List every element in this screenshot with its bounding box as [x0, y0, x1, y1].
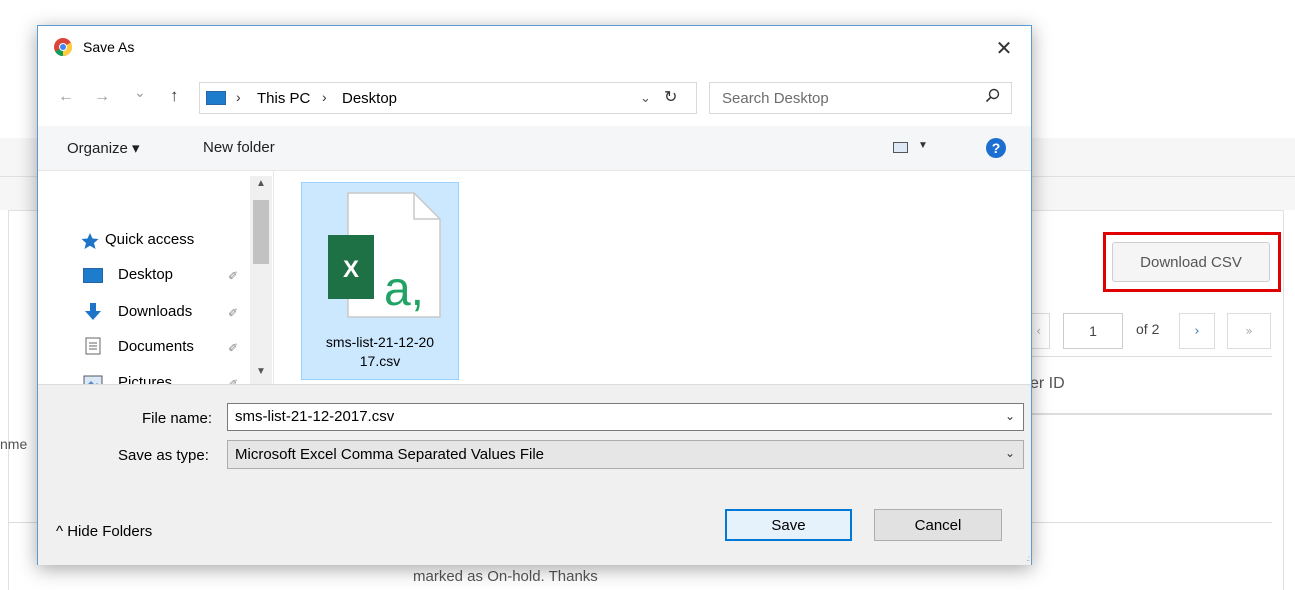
view-options-icon[interactable] — [893, 142, 908, 153]
dialog-title: Save As — [83, 39, 135, 55]
file-name-field-label: File name: — [142, 410, 213, 427]
command-bar: Organize ▾ New folder ▼ ? — [38, 126, 1031, 171]
pin-icon: ✐ — [228, 377, 239, 384]
pane-divider[interactable] — [273, 171, 274, 384]
dialog-titlebar[interactable]: Save As ✕ — [38, 26, 1031, 70]
scroll-up-arrow-icon[interactable]: ▲ — [256, 178, 266, 189]
this-pc-icon — [206, 91, 226, 105]
svg-text:a,: a, — [384, 263, 424, 316]
save-as-type-value: Microsoft Excel Comma Separated Values F… — [235, 446, 545, 463]
address-bar[interactable]: › This PC › Desktop ⌄ ↻ — [199, 82, 697, 114]
download-arrow-icon — [85, 303, 101, 320]
new-folder-button[interactable]: New folder — [203, 139, 275, 156]
file-name-line: sms-list-21-12-20 — [325, 334, 435, 350]
pin-icon: ✐ — [228, 269, 239, 283]
pin-icon: ✐ — [228, 341, 239, 355]
chevron-down-icon[interactable]: ⌄ — [1005, 446, 1015, 460]
star-icon — [81, 233, 99, 249]
save-as-type-select[interactable]: Microsoft Excel Comma Separated Values F… — [227, 440, 1024, 469]
pagination-total-label: of 2 — [1136, 321, 1160, 337]
recent-locations-chevron-icon[interactable]: ⌄ — [134, 84, 146, 101]
nav-item-label: Quick access — [105, 231, 195, 248]
save-as-type-label: Save as type: — [118, 447, 209, 464]
file-options-area: File name: sms-list-21-12-2017.csv ⌄ Sav… — [38, 384, 1031, 565]
close-icon[interactable]: ✕ — [989, 33, 1019, 63]
address-row: ← → ⌄ ↑ › This PC › Desktop ⌄ ↻ Search D… — [38, 82, 1031, 116]
chevron-down-icon[interactable]: ⌄ — [1005, 409, 1015, 423]
save-button[interactable]: Save — [725, 509, 852, 541]
back-arrow-icon[interactable]: ← — [58, 88, 74, 106]
svg-text:X: X — [343, 256, 359, 283]
chrome-icon — [54, 38, 72, 56]
file-name-line: 17.csv — [359, 353, 401, 369]
desktop-icon — [83, 268, 103, 283]
search-input[interactable]: Search Desktop — [709, 82, 1012, 114]
navigation-pane: Quick access Desktop ✐ Downloads ✐ Docum… — [38, 171, 273, 384]
table-header-cell: er ID — [1030, 375, 1065, 392]
pin-icon: ✐ — [228, 306, 239, 320]
forward-arrow-icon[interactable]: → — [94, 88, 110, 106]
scrollbar-thumb[interactable] — [253, 200, 269, 264]
pagination-last-button[interactable]: » — [1227, 313, 1271, 349]
address-dropdown-icon[interactable]: ⌄ — [640, 90, 651, 106]
file-item[interactable]: X a, sms-list-21-12-20 17.csv — [301, 182, 459, 380]
help-icon[interactable]: ? — [986, 138, 1006, 158]
nav-item-label: Documents — [118, 338, 194, 355]
view-dropdown-icon[interactable]: ▼ — [918, 140, 928, 151]
download-csv-button[interactable]: Download CSV — [1112, 242, 1270, 282]
breadcrumb-desktop[interactable]: Desktop — [342, 90, 397, 107]
file-name-input[interactable]: sms-list-21-12-2017.csv ⌄ — [227, 403, 1024, 431]
nav-pane-scrollbar[interactable]: ▲ ▼ — [250, 176, 272, 384]
resize-grip-icon[interactable]: .: — [1027, 554, 1031, 563]
breadcrumb-separator: › — [322, 89, 327, 105]
pictures-icon — [83, 375, 103, 384]
breadcrumb-separator: › — [236, 89, 241, 105]
up-arrow-icon[interactable]: ↑ — [170, 86, 179, 106]
nav-item-label: Downloads — [118, 303, 193, 320]
nav-item-label: Desktop — [118, 266, 174, 283]
table-cell-partial: nme — [0, 436, 28, 452]
scroll-down-arrow-icon[interactable]: ▼ — [256, 366, 266, 377]
table-cell-message: marked as On-hold. Thanks — [413, 568, 598, 585]
hide-folders-toggle[interactable]: ^ Hide Folders — [56, 523, 152, 540]
organize-menu[interactable]: Organize ▾ — [67, 139, 140, 157]
search-icon — [985, 88, 1000, 103]
pagination-page-input[interactable]: 1 — [1063, 313, 1123, 349]
cancel-button[interactable]: Cancel — [874, 509, 1002, 541]
file-name-label: sms-list-21-12-20 17.csv — [302, 333, 458, 371]
breadcrumb-this-pc[interactable]: This PC — [257, 90, 310, 107]
pagination-next-button[interactable]: › — [1179, 313, 1215, 349]
nav-item-label: Pictures — [118, 374, 173, 384]
refresh-icon[interactable]: ↻ — [664, 87, 677, 107]
document-icon — [85, 337, 101, 355]
excel-csv-icon: X a, — [328, 192, 441, 318]
file-name-value: sms-list-21-12-2017.csv — [235, 408, 395, 425]
search-placeholder: Search Desktop — [722, 90, 829, 107]
save-as-dialog: Save As ✕ ← → ⌄ ↑ › This PC › Desktop ⌄ … — [37, 25, 1032, 565]
